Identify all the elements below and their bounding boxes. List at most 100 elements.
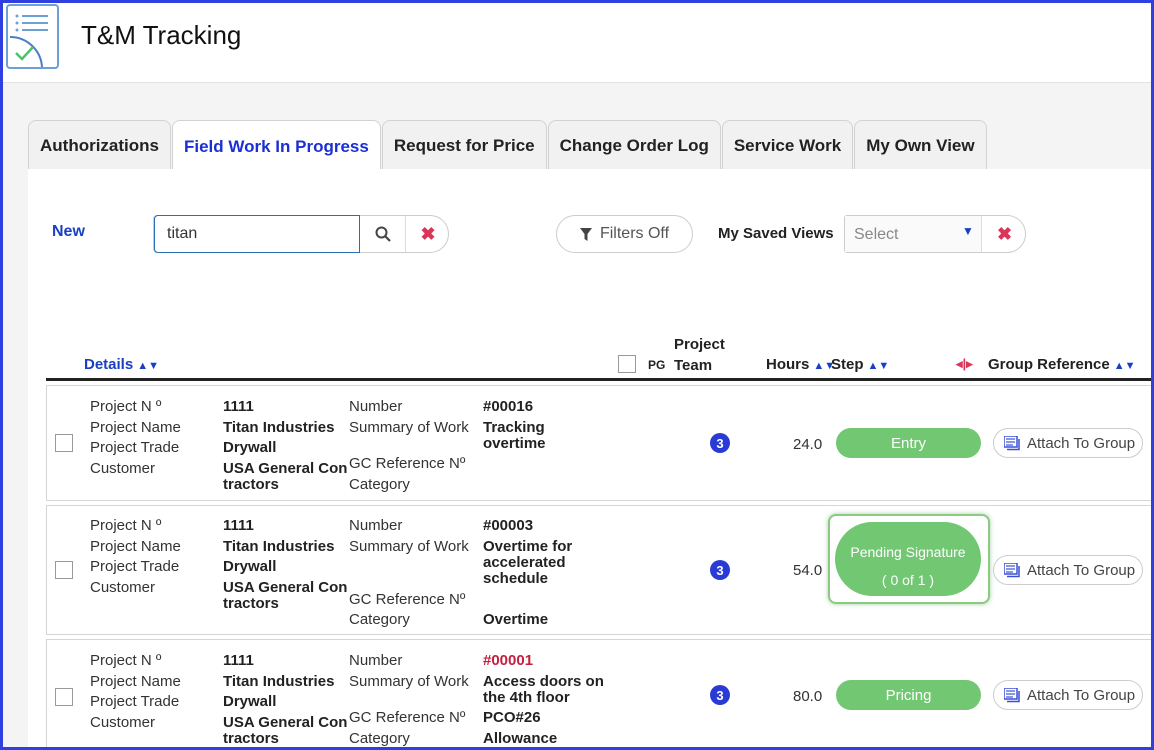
resize-column-icon[interactable]: ◂|▸ <box>956 356 973 372</box>
table-row[interactable]: Project N º Project Name Project Trade C… <box>46 505 1151 635</box>
tab-my-own-view[interactable]: My Own View <box>854 120 987 170</box>
summary-value-line3: schedule <box>483 570 549 587</box>
project-name-value: Titan Industries <box>223 419 335 436</box>
search-input[interactable] <box>154 215 360 253</box>
summary-value-line1: Tracking <box>483 419 545 436</box>
customer-value-line2: tractors <box>223 595 279 612</box>
filters-label: Filters Off <box>599 225 670 242</box>
number-label: Number <box>349 517 403 534</box>
summary-label: Summary of Work <box>349 419 469 436</box>
saved-views-label: My Saved Views <box>718 225 834 242</box>
app-frame: T&M Tracking Authorizations Field Work I… <box>0 0 1154 750</box>
document-stack-icon <box>1004 562 1020 577</box>
hours-value: 24.0 <box>793 436 823 453</box>
row-checkbox[interactable] <box>55 688 73 706</box>
sort-icon: ▲▼ <box>1113 360 1136 372</box>
step-status-button[interactable]: Pending Signature ( 0 of 1 ) <box>835 522 981 596</box>
clear-search-button[interactable]: ✖ <box>406 216 450 252</box>
col-hours[interactable]: Hours ▲▼ <box>766 356 835 373</box>
team-count-badge[interactable]: 3 <box>710 560 730 580</box>
caret-down-icon: ▼ <box>962 224 974 238</box>
select-all-checkbox[interactable] <box>618 355 636 373</box>
tab-field-work-in-progress[interactable]: Field Work In Progress <box>172 120 381 172</box>
customer-value-line1: USA General Con <box>223 714 348 731</box>
header-divider <box>46 378 1151 381</box>
project-no-label: Project N º <box>90 517 162 534</box>
project-no-value: 1111 <box>223 652 254 669</box>
summary-value-line2: accelerated <box>483 554 566 571</box>
filter-icon <box>579 227 592 241</box>
project-name-value: Titan Industries <box>223 673 335 690</box>
col-step-label: Step <box>831 356 864 373</box>
step-status-button[interactable]: Entry <box>836 428 981 458</box>
hours-value: 54.0 <box>793 562 823 579</box>
col-details[interactable]: Details ▲▼ <box>84 356 159 373</box>
project-trade-label: Project Trade <box>90 439 180 456</box>
tab-service-work[interactable]: Service Work <box>721 120 854 170</box>
table-row[interactable]: Project N º Project Name Project Trade C… <box>46 639 1151 747</box>
step-status-label: Pending Signature <box>850 544 966 560</box>
tab-bar: Authorizations Field Work In Progress Re… <box>28 120 988 172</box>
search-button[interactable] <box>361 216 406 252</box>
project-name-label: Project Name <box>90 419 181 436</box>
number-value[interactable]: #00016 <box>483 399 533 415</box>
project-trade-value: Drywall <box>223 693 277 710</box>
project-no-label: Project N º <box>90 398 162 415</box>
document-stack-icon <box>1004 687 1020 702</box>
project-no-value: 1111 <box>223 517 254 534</box>
summary-label: Summary of Work <box>349 673 469 690</box>
search-icon <box>375 226 391 242</box>
project-trade-label: Project Trade <box>90 558 180 575</box>
tab-request-for-price[interactable]: Request for Price <box>381 120 547 170</box>
col-group-reference-label: Group Reference <box>988 356 1110 373</box>
team-count-badge[interactable]: 3 <box>710 433 730 453</box>
summary-value-line2: the 4th floor <box>483 689 570 706</box>
saved-views-placeholder: Select <box>854 226 899 243</box>
col-pg: PG <box>648 358 666 372</box>
number-value[interactable]: #00003 <box>483 518 533 534</box>
customer-value-line1: USA General Con <box>223 579 348 596</box>
step-status-button[interactable]: Pricing <box>836 680 981 710</box>
tab-change-order-log[interactable]: Change Order Log <box>547 120 721 170</box>
new-link[interactable]: New <box>52 223 85 241</box>
customer-label: Customer <box>90 714 156 731</box>
gc-reference-label: GC Reference Nº <box>349 591 466 608</box>
project-trade-label: Project Trade <box>90 693 180 710</box>
attach-to-group-button[interactable]: Attach To Group <box>993 680 1143 710</box>
sort-icon: ▲▼ <box>867 360 890 372</box>
summary-value-line1: Access doors on <box>483 673 604 690</box>
table-row[interactable]: Project N º Project Name Project Trade C… <box>46 385 1151 501</box>
col-hours-label: Hours <box>766 356 810 373</box>
filters-button[interactable]: Filters Off <box>556 215 693 253</box>
tab-authorizations[interactable]: Authorizations <box>28 120 171 170</box>
category-label: Category <box>349 730 410 747</box>
gc-reference-label: GC Reference Nº <box>349 709 466 726</box>
clear-saved-view-button[interactable]: ✖ <box>983 216 1026 252</box>
attach-to-group-button[interactable]: Attach To Group <box>993 428 1143 458</box>
step-highlight-box: Pending Signature ( 0 of 1 ) <box>828 514 990 604</box>
summary-label: Summary of Work <box>349 538 469 555</box>
gc-reference-label: GC Reference Nº <box>349 455 466 472</box>
col-group-reference[interactable]: Group Reference ▲▼ <box>988 356 1135 373</box>
team-count-badge[interactable]: 3 <box>710 685 730 705</box>
number-value[interactable]: #00001 <box>483 653 533 669</box>
document-stack-icon <box>1004 435 1020 450</box>
category-label: Category <box>349 611 410 628</box>
attach-label: Attach To Group <box>1027 686 1136 704</box>
row-checkbox[interactable] <box>55 434 73 452</box>
attach-to-group-button[interactable]: Attach To Group <box>993 555 1143 585</box>
col-step[interactable]: Step ▲▼ <box>831 356 889 373</box>
project-no-label: Project N º <box>90 652 162 669</box>
checklist-icon <box>6 4 59 69</box>
main-panel: New ✖ Filters Off My Saved Views Select … <box>28 169 1151 747</box>
sort-icon: ▲▼ <box>137 360 159 372</box>
customer-label: Customer <box>90 460 156 477</box>
step-status-count: ( 0 of 1 ) <box>881 572 935 588</box>
row-checkbox[interactable] <box>55 561 73 579</box>
col-details-label: Details <box>84 356 134 373</box>
hours-value: 80.0 <box>793 688 823 705</box>
app-title: T&M Tracking <box>81 20 242 50</box>
project-trade-value: Drywall <box>223 558 277 575</box>
saved-views-select[interactable]: Select ▼ <box>845 216 982 252</box>
attach-label: Attach To Group <box>1027 434 1136 452</box>
